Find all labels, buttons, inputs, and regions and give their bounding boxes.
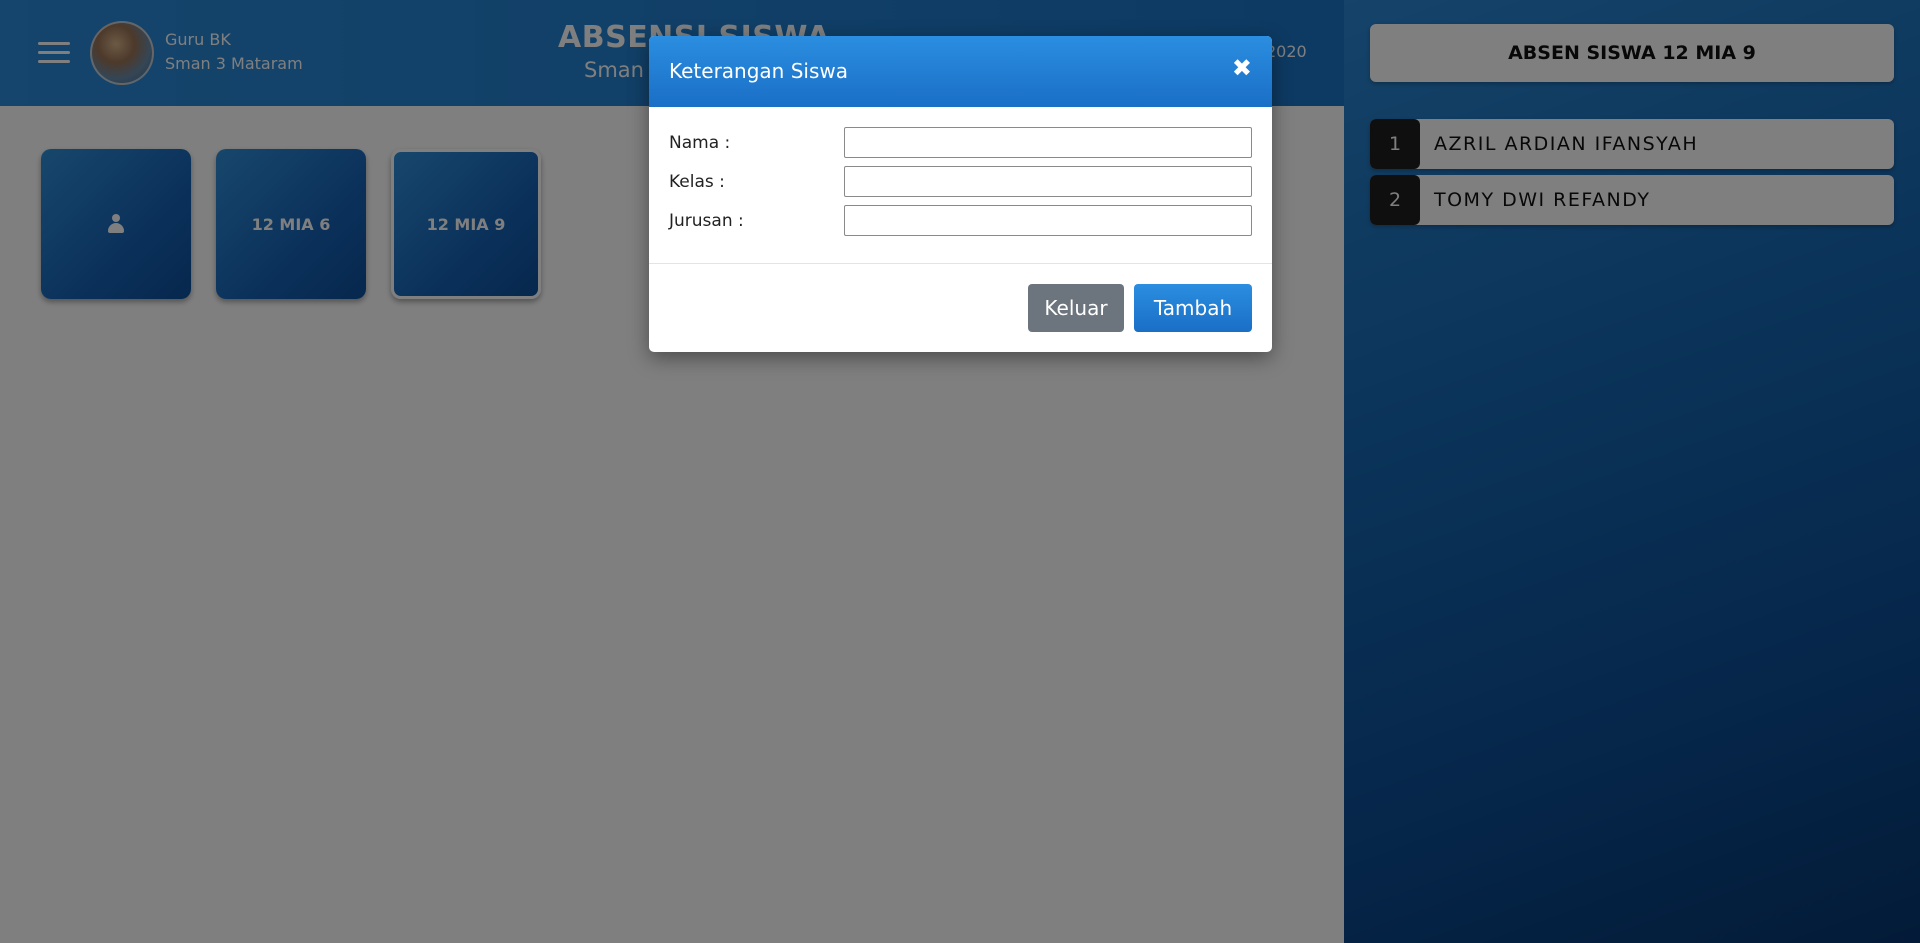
jurusan-label: Jurusan : — [669, 211, 744, 231]
kelas-input[interactable] — [844, 166, 1252, 197]
close-icon[interactable]: ✖ — [1232, 56, 1252, 80]
nama-input[interactable] — [844, 127, 1252, 158]
form-row-nama: Nama : — [669, 127, 1252, 159]
modal-title: Keterangan Siswa — [669, 59, 848, 83]
jurusan-input[interactable] — [844, 205, 1252, 236]
kelas-label: Kelas : — [669, 172, 725, 192]
nama-label: Nama : — [669, 133, 731, 153]
form-row-kelas: Kelas : — [669, 166, 1252, 198]
modal-header: Keterangan Siswa ✖ — [649, 36, 1272, 107]
keluar-button[interactable]: Keluar — [1028, 284, 1124, 332]
tambah-button[interactable]: Tambah — [1134, 284, 1252, 332]
student-info-modal: Keterangan Siswa ✖ Nama : Kelas : Jurusa… — [649, 36, 1272, 352]
form-row-jurusan: Jurusan : — [669, 205, 1252, 237]
modal-divider — [649, 263, 1272, 264]
